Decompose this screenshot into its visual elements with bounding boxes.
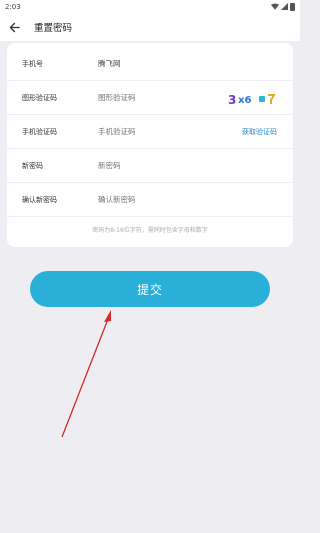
password-hint: 密码为8-16位字符，需同时包含字母和数字 <box>92 227 208 234</box>
confirm-password-input[interactable] <box>98 195 218 204</box>
sms-code-row: 手机验证码 获取验证码 <box>7 115 293 149</box>
image-captcha-row: 图形验证码 3 x6 <box>7 81 293 115</box>
phone-value: 腾飞网 <box>98 59 121 68</box>
image-captcha-label: 图形验证码 <box>22 93 57 102</box>
page-title: 重置密码 <box>34 23 73 34</box>
reset-password-form: 手机号 腾飞网 图形验证码 3 x6 手机验证码 获取验证码 新密码 确认新密码… <box>7 43 293 247</box>
confirm-password-label: 确认新密码 <box>22 195 57 204</box>
submit-button[interactable]: 提交 <box>30 271 270 307</box>
image-captcha-input[interactable] <box>98 93 218 102</box>
svg-text:3: 3 <box>228 93 236 106</box>
signal-icon <box>281 3 288 10</box>
svg-text:x6: x6 <box>238 95 251 106</box>
sms-code-input[interactable] <box>98 127 218 136</box>
captcha-image[interactable]: 3 x6 <box>227 92 277 106</box>
new-password-input[interactable] <box>98 161 218 170</box>
app-header: 重置密码 <box>0 13 300 41</box>
battery-icon <box>290 2 295 11</box>
new-password-label: 新密码 <box>22 161 43 170</box>
status-bar: 2:03 <box>0 0 300 13</box>
sms-code-label: 手机验证码 <box>22 127 57 136</box>
confirm-password-row: 确认新密码 <box>7 183 293 217</box>
new-password-row: 新密码 <box>7 149 293 183</box>
phone-row: 手机号 腾飞网 <box>7 47 293 81</box>
phone-label: 手机号 <box>22 59 43 68</box>
annotation-arrowhead <box>104 310 111 322</box>
status-time: 2:03 <box>5 2 21 11</box>
get-code-button[interactable]: 获取验证码 <box>242 127 277 137</box>
status-icons <box>271 2 295 11</box>
wifi-icon <box>271 3 279 10</box>
back-arrow-icon[interactable] <box>8 21 20 33</box>
